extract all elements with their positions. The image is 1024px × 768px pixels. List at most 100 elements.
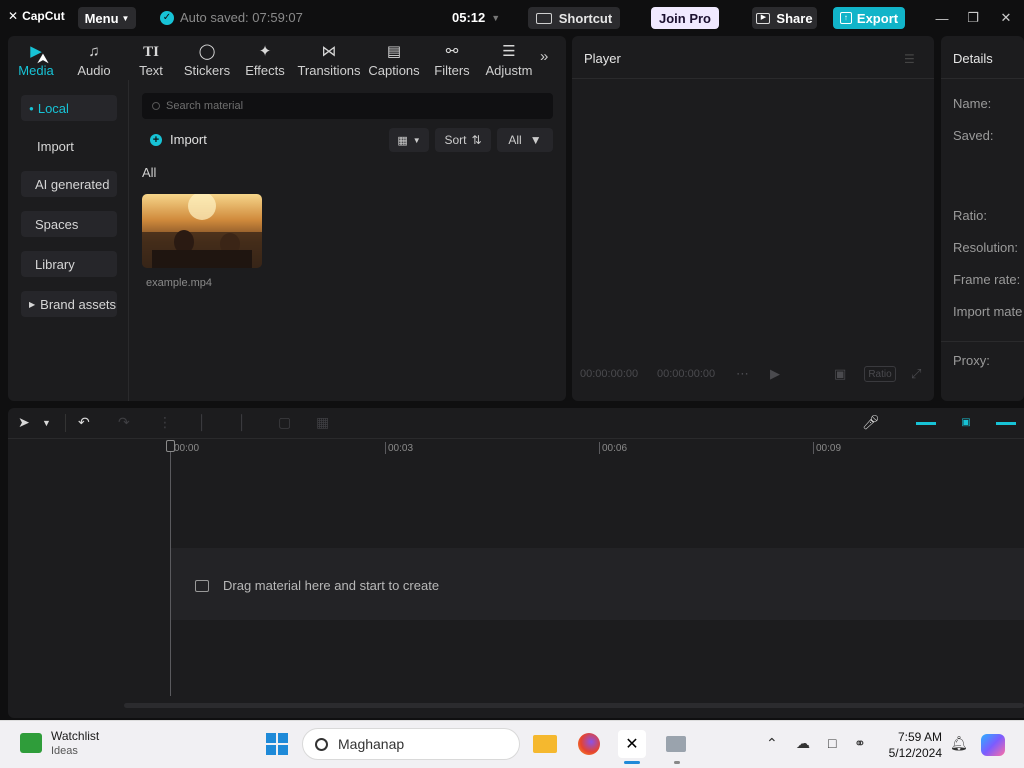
media-item-name: example.mp4 bbox=[146, 277, 213, 289]
menu-icon[interactable]: ☰ bbox=[904, 52, 915, 66]
media-thumbnail[interactable] bbox=[142, 194, 262, 268]
fullscreen-icon: ⤢ bbox=[911, 366, 922, 381]
search-icon bbox=[315, 737, 328, 751]
detail-label-ratio: Ratio: bbox=[953, 208, 987, 223]
installer-button[interactable] bbox=[662, 730, 690, 758]
redo-button[interactable]: ↷ bbox=[118, 414, 130, 431]
ruler-label: 00:00 bbox=[174, 443, 200, 454]
menu-button[interactable]: Menu ▼ bbox=[78, 7, 136, 29]
horizontal-scrollbar[interactable] bbox=[124, 703, 1024, 708]
play-button[interactable]: ▶ bbox=[770, 366, 780, 382]
chevron-down-icon: ▼ bbox=[121, 13, 130, 23]
tab-adjustment[interactable]: ☰ Adjustm bbox=[484, 38, 534, 78]
tab-stickers[interactable]: ◯ Stickers bbox=[182, 38, 232, 78]
main-track-magnet-toggle[interactable]: ▬▬ bbox=[915, 415, 937, 429]
crop-icon: ▦ bbox=[316, 414, 330, 430]
tab-text[interactable]: TI Text bbox=[130, 38, 172, 78]
widget-subtitle: Ideas bbox=[51, 745, 78, 757]
divider bbox=[572, 78, 934, 79]
magnet-link-icon: ▬▬ bbox=[916, 416, 936, 428]
detail-label-proxy: Proxy: bbox=[953, 353, 990, 368]
fit-view-button[interactable]: ▣ bbox=[834, 366, 846, 382]
undo-button[interactable]: ↶ bbox=[78, 414, 90, 431]
sidebar-item-import[interactable]: Import bbox=[21, 133, 117, 159]
playhead[interactable] bbox=[170, 440, 171, 696]
sort-button[interactable]: Sort ⇅ bbox=[435, 128, 491, 152]
view-mode-button[interactable]: ▦ ▼ bbox=[389, 128, 429, 152]
filter-button[interactable]: All ▼ bbox=[497, 128, 553, 152]
join-pro-button[interactable]: Join Pro bbox=[651, 7, 719, 29]
microphone-icon: 🎤︎ bbox=[862, 414, 880, 430]
cloud-offline-icon[interactable]: ☁ bbox=[796, 735, 810, 752]
search-input[interactable]: Search material bbox=[142, 93, 553, 119]
pointer-icon: ➤ bbox=[18, 414, 30, 430]
copilot-icon[interactable] bbox=[981, 734, 1005, 756]
select-tool-button[interactable]: ➤ bbox=[18, 414, 30, 431]
network-icon[interactable]: ⚭ bbox=[854, 735, 866, 752]
ruler-tick bbox=[813, 442, 814, 454]
sidebar-item-spaces[interactable]: Spaces bbox=[21, 211, 117, 237]
tab-media[interactable]: ▶ Media bbox=[14, 38, 58, 78]
widget-title[interactable]: Watchlist bbox=[51, 729, 99, 743]
filter-icon: ▼ bbox=[529, 133, 542, 147]
record-audio-button[interactable]: 🎤︎ bbox=[862, 414, 880, 431]
film-icon bbox=[195, 579, 209, 592]
start-button[interactable] bbox=[263, 730, 291, 758]
play-icon: ▶ bbox=[770, 366, 780, 381]
split-left-button[interactable]: │ bbox=[198, 414, 207, 430]
linkage-toggle[interactable]: ▬▬ bbox=[995, 415, 1017, 429]
detail-label-name: Name: bbox=[953, 96, 992, 111]
notification-bell-icon[interactable]: 🔔︎ bbox=[950, 735, 968, 752]
timeline-bars-icon: ⋯ bbox=[736, 366, 749, 381]
keyboard-icon bbox=[535, 12, 552, 24]
player-title: Player bbox=[584, 51, 621, 66]
export-button[interactable]: ↑ Export bbox=[833, 7, 905, 29]
sidebar-item-brand-assets[interactable]: ▶ Brand assets bbox=[21, 291, 117, 317]
chevron-down-icon[interactable]: ▼ bbox=[42, 418, 51, 428]
tab-effects[interactable]: ✦ Effects bbox=[242, 38, 288, 78]
minimize-button[interactable]: — bbox=[931, 8, 953, 28]
playhead-handle[interactable] bbox=[166, 440, 175, 452]
search-icon bbox=[152, 102, 160, 110]
clock[interactable]: 7:59 AM 5/12/2024 bbox=[880, 729, 942, 761]
file-explorer-button[interactable] bbox=[531, 730, 559, 758]
more-tabs-icon[interactable]: » bbox=[540, 48, 548, 65]
display-icon[interactable]: □ bbox=[828, 735, 836, 751]
restore-button[interactable]: ❐ bbox=[962, 8, 984, 28]
bullet-icon: ● bbox=[29, 103, 34, 113]
delete-button[interactable]: ▢ bbox=[278, 414, 291, 431]
mouse-cursor-icon: ⮝ bbox=[37, 50, 49, 66]
capcut-taskbar-button[interactable]: ✕ bbox=[618, 730, 646, 758]
sidebar-item-local[interactable]: ● Local bbox=[21, 95, 117, 121]
tab-captions[interactable]: ▤ Captions bbox=[366, 38, 422, 78]
tab-filters[interactable]: ⚯ Filters bbox=[430, 38, 474, 78]
timecode-current: 00:00:00:00 bbox=[580, 368, 639, 380]
sidebar-item-ai-generated[interactable]: AI generated bbox=[21, 171, 117, 197]
crop-button[interactable]: ▦ bbox=[316, 414, 329, 431]
firefox-button[interactable] bbox=[575, 730, 603, 758]
shortcut-button[interactable]: Shortcut bbox=[528, 7, 620, 29]
auto-snap-toggle[interactable]: ▣ bbox=[955, 415, 977, 429]
show-hidden-icons-button[interactable]: ⌃ bbox=[766, 735, 778, 752]
taskbar-search-input[interactable]: Maghanap bbox=[302, 728, 520, 760]
close-button[interactable]: ✕ bbox=[995, 8, 1017, 28]
audio-icon: ♫ bbox=[88, 43, 100, 60]
split-button[interactable]: ⋮ bbox=[158, 414, 172, 431]
share-button[interactable]: ▶ Share bbox=[752, 7, 817, 29]
capcut-logo-icon: ✕ bbox=[8, 9, 19, 23]
sidebar-item-library[interactable]: Library bbox=[21, 251, 117, 277]
fullscreen-button[interactable]: ⤢ bbox=[911, 366, 921, 382]
import-button[interactable]: + Import bbox=[150, 132, 207, 147]
tab-transitions[interactable]: ⋈ Transitions bbox=[296, 38, 362, 78]
split-right-icon: │ bbox=[238, 414, 247, 430]
windows-icon bbox=[266, 733, 288, 755]
split-right-button[interactable]: │ bbox=[238, 414, 247, 430]
ruler-label: 00:03 bbox=[388, 443, 414, 454]
divider bbox=[8, 438, 1024, 439]
ruler-tick bbox=[599, 442, 600, 454]
stock-chart-icon[interactable] bbox=[20, 733, 42, 753]
close-icon: ✕ bbox=[1000, 10, 1012, 25]
project-name[interactable]: 05:12 ▼ bbox=[452, 10, 500, 25]
ratio-button[interactable]: Ratio bbox=[864, 366, 896, 382]
tab-audio[interactable]: ♫ Audio bbox=[72, 38, 116, 78]
